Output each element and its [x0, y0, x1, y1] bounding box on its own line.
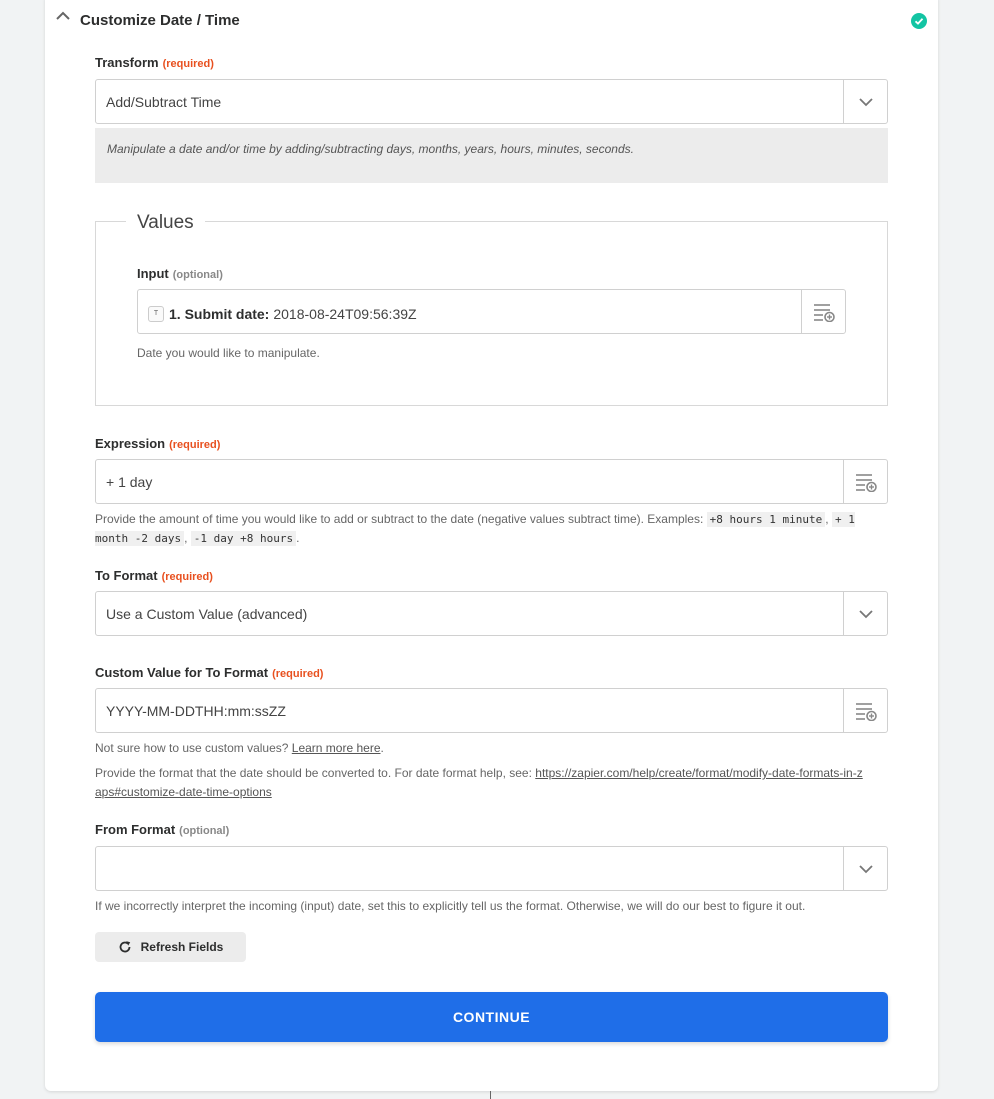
optional-tag: (optional)	[179, 825, 230, 837]
format-help-text: Provide the format that the date should …	[95, 766, 532, 780]
required-tag: (required)	[169, 439, 221, 451]
refresh-icon	[119, 941, 131, 953]
pill-value: 2018-08-24T09:56:39Z	[273, 306, 417, 322]
transform-description-box: Manipulate a date and/or time by adding/…	[95, 128, 888, 183]
to-format-dropdown-button[interactable]	[843, 592, 887, 635]
insert-data-button[interactable]	[801, 290, 845, 333]
from-format-dropdown-button[interactable]	[843, 847, 887, 890]
input-label-text: Input	[137, 266, 169, 281]
insert-data-icon	[855, 473, 877, 492]
chevron-up-icon[interactable]	[55, 8, 71, 24]
transform-select[interactable]: Add/Subtract Time	[95, 79, 888, 124]
expression-label: Expression (required)	[95, 436, 220, 451]
refresh-fields-label: Refresh Fields	[140, 940, 224, 954]
custom-value-help-text: Not sure how to use custom values?	[95, 741, 289, 755]
from-format-select[interactable]	[95, 846, 888, 891]
separator: .	[296, 531, 300, 545]
custom-value-help: Not sure how to use custom values? Learn…	[95, 739, 384, 758]
insert-data-icon	[813, 303, 835, 322]
pill-label: 1. Submit date:	[169, 306, 270, 322]
values-legend: Values	[126, 212, 205, 234]
from-format-help: If we incorrectly interpret the incoming…	[95, 899, 806, 913]
insert-data-button[interactable]	[843, 689, 887, 732]
transform-label-text: Transform	[95, 55, 159, 70]
chevron-down-icon	[858, 97, 873, 106]
section-title: Customize Date / Time	[80, 12, 240, 29]
custom-value-label: Custom Value for To Format (required)	[95, 665, 323, 680]
from-format-label: From Format (optional)	[95, 822, 229, 837]
required-tag: (required)	[272, 668, 324, 680]
expression-help-text: Provide the amount of time you would lik…	[95, 512, 704, 526]
expression-value: + 1 day	[106, 474, 153, 490]
example-code: +8 hours 1 minute	[706, 512, 826, 527]
check-circle-icon	[911, 13, 927, 29]
values-fieldset: Values Input (optional) T 1. Submit date:…	[95, 212, 888, 406]
chevron-down-icon	[858, 864, 873, 873]
format-help: Provide the format that the date should …	[95, 764, 865, 802]
input-help: Date you would like to manipulate.	[137, 346, 320, 360]
continue-label: CONTINUE	[452, 1009, 531, 1025]
to-format-value: Use a Custom Value (advanced)	[106, 606, 308, 622]
from-format-label-text: From Format	[95, 822, 176, 837]
custom-value-value: YYYY-MM-DDTHH:mm:ssZZ	[106, 703, 286, 719]
separator: ,	[184, 531, 188, 545]
transform-description: Manipulate a date and/or time by adding/…	[107, 142, 634, 156]
to-format-label: To Format (required)	[95, 568, 213, 583]
custom-value-label-text: Custom Value for To Format	[95, 665, 269, 680]
expression-input[interactable]: + 1 day	[95, 459, 888, 504]
refresh-fields-button[interactable]: Refresh Fields	[95, 932, 246, 962]
optional-tag: (optional)	[172, 269, 223, 281]
input-label: Input (optional)	[137, 266, 223, 281]
custom-value-input[interactable]: YYYY-MM-DDTHH:mm:ssZZ	[95, 688, 888, 733]
example-code: -1 day +8 hours	[190, 531, 297, 546]
learn-more-link[interactable]: Learn more here	[292, 741, 381, 755]
expression-label-text: Expression	[95, 436, 166, 451]
insert-data-icon	[855, 702, 877, 721]
chevron-down-icon	[858, 609, 873, 618]
to-format-select[interactable]: Use a Custom Value (advanced)	[95, 591, 888, 636]
transform-label: Transform (required)	[95, 55, 214, 70]
transform-value: Add/Subtract Time	[106, 94, 222, 110]
step-card: Customize Date / Time Transform (required…	[45, 0, 938, 1091]
to-format-label-text: To Format	[95, 568, 158, 583]
required-tag: (required)	[161, 571, 213, 583]
continue-button[interactable]: CONTINUE	[95, 992, 888, 1042]
expression-help: Provide the amount of time you would lik…	[95, 510, 890, 548]
transform-dropdown-button[interactable]	[843, 80, 887, 123]
separator: ,	[825, 512, 829, 526]
flow-connector	[490, 1091, 491, 1099]
section-header[interactable]: Customize Date / Time	[45, 0, 938, 44]
separator: .	[380, 741, 384, 755]
required-tag: (required)	[162, 58, 214, 70]
input-pill[interactable]: T 1. Submit date: 2018-08-24T09:56:39Z	[148, 302, 417, 322]
input-field[interactable]: T 1. Submit date: 2018-08-24T09:56:39Z	[137, 289, 846, 334]
text-type-icon: T	[148, 306, 164, 322]
insert-data-button[interactable]	[843, 460, 887, 503]
